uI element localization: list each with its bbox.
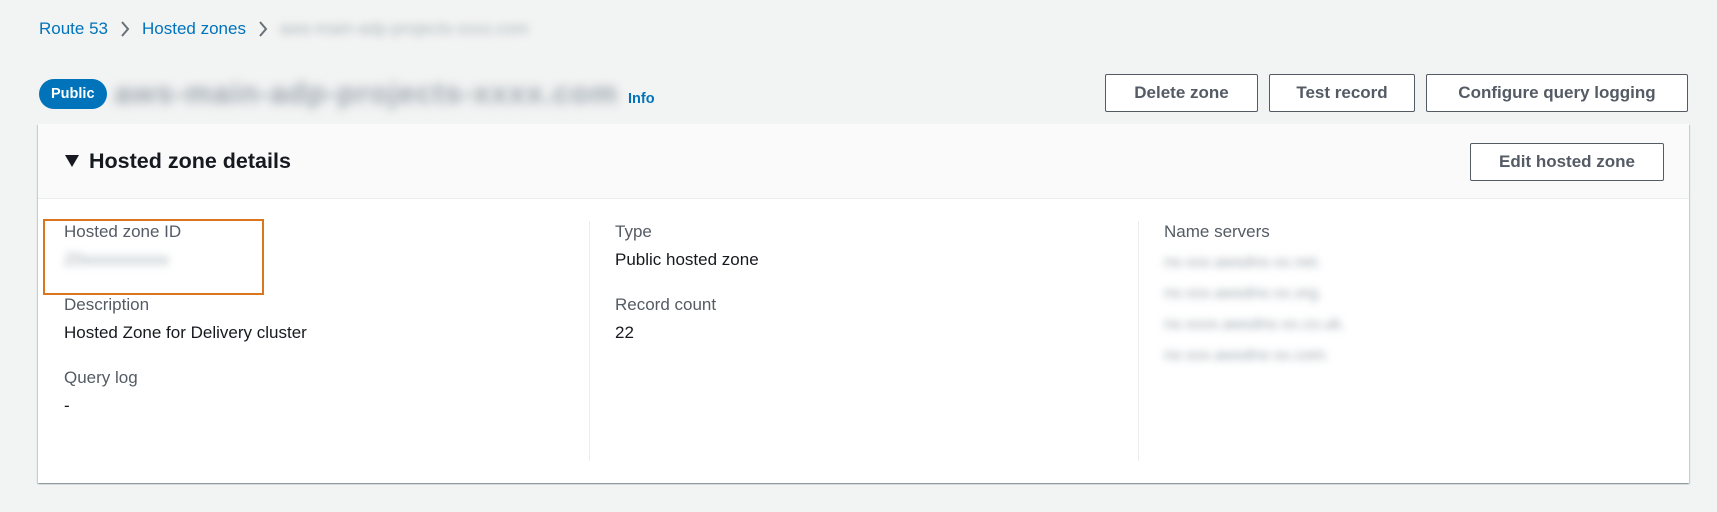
type-value: Public hosted zone [615,250,759,269]
hosted-zone-id-field: Hosted zone ID Z0xxxxxxxxxx [64,221,584,271]
test-record-button[interactable]: Test record [1269,74,1415,112]
hosted-zone-details-panel: Hosted zone details Edit hosted zone Hos… [38,124,1689,483]
name-server-item: ns-xxxx.awsdns-xx.co.uk. [1164,316,1346,333]
page-title: aws-main-adp-projects-xxxx.com [114,77,618,110]
breadcrumb-hosted-zones-link[interactable]: Hosted zones [142,19,246,39]
edit-hosted-zone-button[interactable]: Edit hosted zone [1470,143,1664,181]
info-link[interactable]: Info [628,91,655,107]
name-servers-field: Name servers ns-xxx.awsdns-xx.net. ns-xx… [1164,221,1664,371]
hosted-zone-id-label: Hosted zone ID [64,222,182,241]
description-field: Description Hosted Zone for Delivery clu… [64,294,584,344]
panel-body: Hosted zone ID Z0xxxxxxxxxx Description … [38,199,1689,483]
name-server-item: ns-xxx.awsdns-xx.com. [1164,347,1330,364]
type-field: Type Public hosted zone [615,221,1135,271]
chevron-right-icon [246,18,280,40]
record-count-field: Record count 22 [615,294,1135,344]
column-divider [589,221,590,461]
query-log-label: Query log [64,368,138,387]
panel-title[interactable]: Hosted zone details [89,149,291,174]
page-header: Public aws-main-adp-projects-xxxx.com In… [39,77,655,111]
details-column-1: Hosted zone ID Z0xxxxxxxxxx Description … [64,221,584,440]
caret-down-icon[interactable] [65,155,79,167]
route53-hosted-zone-page: Route 53 Hosted zones aws-main-adp-proje… [0,0,1717,512]
column-divider [1138,221,1139,461]
configure-query-logging-button[interactable]: Configure query logging [1426,74,1688,112]
name-servers-label: Name servers [1164,222,1270,241]
name-servers-list: ns-xxx.awsdns-xx.net. ns-xxx.awsdns-xx.o… [1164,247,1664,371]
breadcrumb: Route 53 Hosted zones aws-main-adp-proje… [39,18,528,40]
type-label: Type [615,222,652,241]
panel-header: Hosted zone details Edit hosted zone [38,124,1689,199]
name-server-item: ns-xxx.awsdns-xx.org. [1164,285,1323,302]
delete-zone-button[interactable]: Delete zone [1105,74,1258,112]
public-badge: Public [39,79,107,109]
description-label: Description [64,295,150,314]
breadcrumb-route53-link[interactable]: Route 53 [39,19,108,39]
description-value: Hosted Zone for Delivery cluster [64,323,307,342]
name-server-item: ns-xxx.awsdns-xx.net. [1164,254,1322,271]
details-column-3: Name servers ns-xxx.awsdns-xx.net. ns-xx… [1164,221,1664,394]
record-count-label: Record count [615,295,717,314]
details-column-2: Type Public hosted zone Record count 22 [615,221,1135,367]
chevron-right-icon [108,18,142,40]
header-actions: Delete zone Test record Configure query … [1105,74,1688,112]
query-log-value: - [64,396,70,415]
hosted-zone-id-value: Z0xxxxxxxxxx [64,250,169,269]
breadcrumb-current-zone: aws-main-adp-projects-xxxx.com [279,19,529,38]
query-log-field: Query log - [64,367,584,417]
record-count-value: 22 [615,323,634,342]
